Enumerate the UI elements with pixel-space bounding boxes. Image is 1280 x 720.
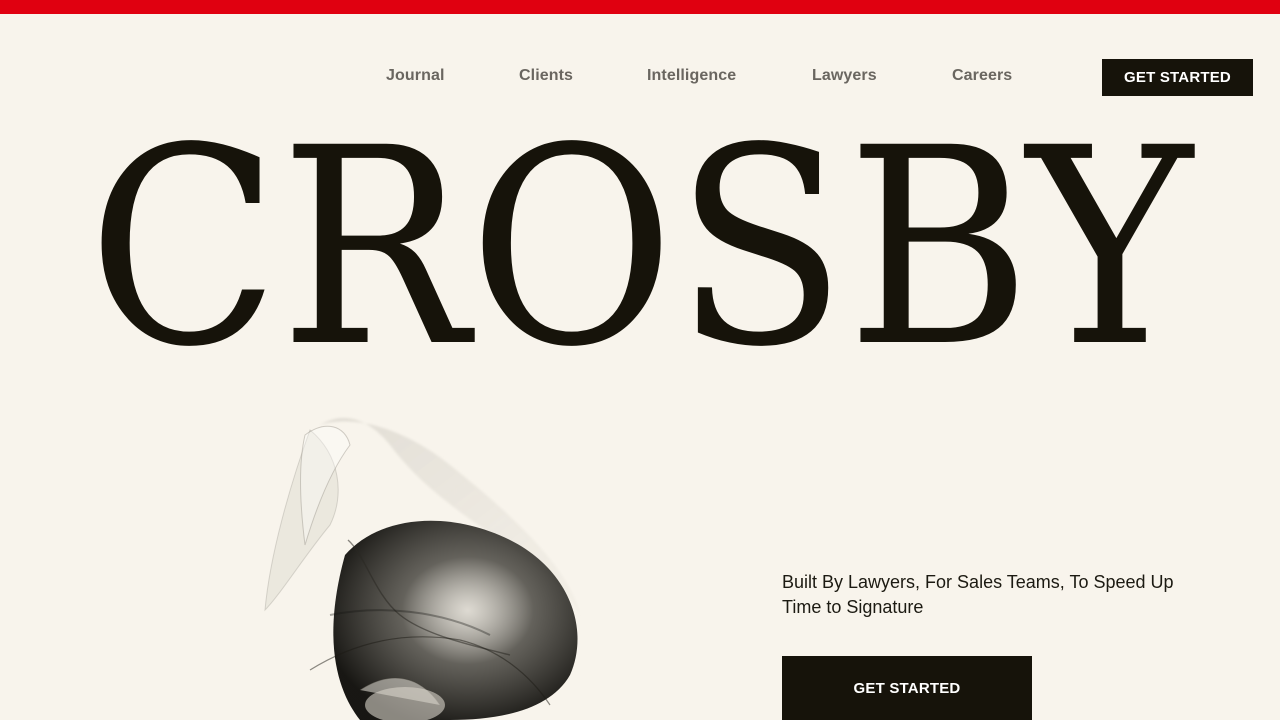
abstract-ribbon-art bbox=[250, 405, 610, 720]
abstract-ribbon-icon bbox=[264, 417, 580, 720]
hero-wordmark: CROSBY bbox=[0, 104, 1280, 354]
accent-top-bar bbox=[0, 0, 1280, 14]
nav-link-lawyers[interactable]: Lawyers bbox=[812, 67, 877, 85]
nav-link-careers[interactable]: Careers bbox=[952, 67, 1012, 85]
wordmark-text: CROSBY bbox=[88, 104, 1196, 354]
wordmark-svg: CROSBY bbox=[88, 104, 1196, 354]
hero-tagline: Built By Lawyers, For Sales Teams, To Sp… bbox=[782, 572, 1174, 617]
hero-get-started-button[interactable]: GET STARTED bbox=[782, 656, 1032, 720]
landing-page: Journal Clients Intelligence Lawyers Car… bbox=[0, 0, 1280, 720]
main-nav: Journal Clients Intelligence Lawyers Car… bbox=[0, 59, 1280, 96]
nav-link-intelligence[interactable]: Intelligence bbox=[647, 67, 736, 85]
nav-get-started-button[interactable]: GET STARTED bbox=[1102, 59, 1253, 96]
nav-link-clients[interactable]: Clients bbox=[519, 67, 573, 85]
nav-link-journal[interactable]: Journal bbox=[386, 67, 445, 85]
